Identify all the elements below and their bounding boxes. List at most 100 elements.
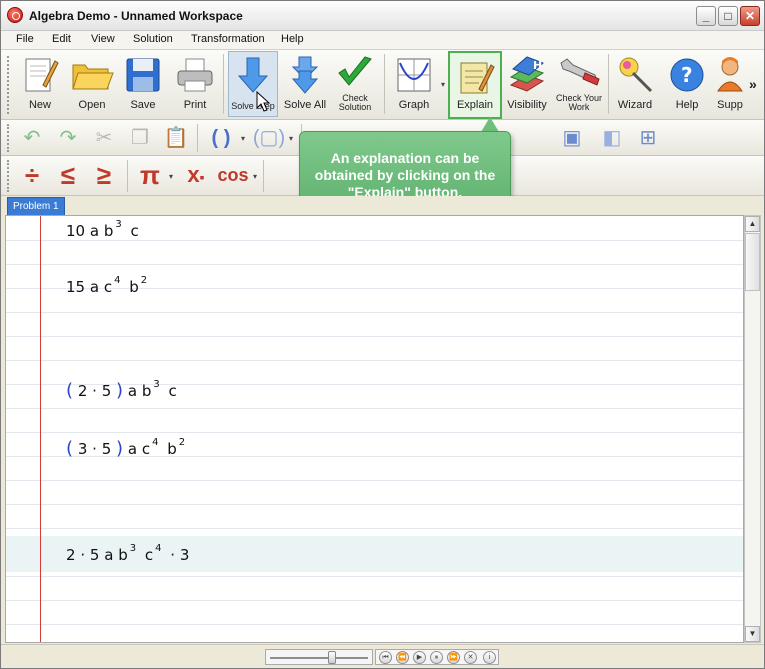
menu-bar: File Edit View Solution Transformation H… [1,31,764,50]
minimize-button[interactable]: _ [696,6,716,26]
title-bar[interactable]: Algebra Demo - Unnamed Workspace _ □ ✕ [1,1,764,31]
check-your-work-button[interactable]: Check Your Work [553,51,605,117]
info-icon[interactable]: i [483,651,496,664]
maximize-button[interactable]: □ [718,6,738,26]
toolbar-grip[interactable] [7,56,11,114]
menu-help[interactable]: Help [281,33,304,45]
parentheses-icon[interactable]: ( ) [201,124,241,152]
new-label: New [28,99,51,111]
scroll-up-icon[interactable]: ▲ [745,216,760,232]
main-toolbar: New Open Save Print Solve Step Solve All… [1,50,764,120]
solve-all-label: Solve All [283,99,327,111]
toolbar-grip[interactable] [7,124,11,152]
redo-icon[interactable]: ↷ [53,124,83,152]
wizard-label: Wizard [617,99,653,111]
fast-forward-icon[interactable]: ⏩ [447,651,460,664]
menu-transformation[interactable]: Transformation [191,33,265,45]
close-paren: ) [116,380,124,401]
speed-slider[interactable] [265,649,373,665]
menu-edit[interactable]: Edit [52,33,71,45]
cut-icon[interactable]: ✂ [89,124,119,152]
tab-problem-1[interactable]: Problem 1 [7,197,65,215]
open-button[interactable]: Open [67,51,117,117]
frame-icon[interactable]: ▣ [557,124,587,152]
explain-notepad-icon [460,62,495,94]
floppy-disk-icon [126,58,160,92]
less-equal-button[interactable]: ≤ [53,158,83,192]
expression-3[interactable]: ( 2 · 5 ) a b3 c [66,379,177,401]
greater-equal-button[interactable]: ≥ [89,158,119,192]
help-question-icon: ? [670,58,704,92]
arrow-down-icon [237,57,269,93]
slider-thumb[interactable] [328,651,336,664]
menu-solution[interactable]: Solution [133,33,173,45]
wrench-icon [560,58,600,86]
graph-button[interactable]: Graph [389,51,439,117]
solve-step-button[interactable]: Solve Step [228,51,278,117]
menu-file[interactable]: File [16,33,34,45]
graph-label: Graph [398,99,430,111]
wizard-button[interactable]: Wizard [611,51,659,117]
new-button[interactable]: New [17,51,63,117]
subscript-button[interactable]: x▪ [181,158,211,192]
rewind-icon[interactable]: ⏪ [396,651,409,664]
margin-line [40,216,41,642]
app-window: Algebra Demo - Unnamed Workspace _ □ ✕ F… [0,0,765,669]
status-bar: ⏮ ⏪ ▶ ⏸ ⏩ ✕ i [1,644,764,668]
help-button[interactable]: ? Help [663,51,711,117]
expression-4[interactable]: ( 3 · 5 ) a c4 b2 [66,437,189,459]
expression-1[interactable]: 10 a b3 c [66,219,139,240]
svg-text:H: H [533,59,542,72]
scroll-thumb[interactable] [745,233,760,291]
problem-tabs: Problem 1 [1,196,764,215]
play-icon[interactable]: ▶ [413,651,426,664]
magic-wand-icon [619,57,653,93]
solve-all-button[interactable]: Solve All [281,51,329,117]
save-button[interactable]: Save [119,51,167,117]
menu-view[interactable]: View [91,33,115,45]
pi-button[interactable]: π [135,158,165,192]
check-solution-label: Check Solution [338,93,372,112]
cos-dropdown-icon[interactable]: ▾ [253,172,257,181]
pause-icon[interactable]: ⏸ [430,651,443,664]
bracket-dropdown-icon[interactable]: ▾ [289,134,293,143]
cos-button[interactable]: cos [215,158,251,192]
pi-dropdown-icon[interactable]: ▾ [169,172,173,181]
visibility-layers-icon: H [509,56,545,92]
fraction-layout-icon[interactable]: ⊞ [633,124,663,152]
open-paren: ( [66,380,74,401]
box-icon[interactable]: ◧ [597,124,627,152]
worksheet[interactable]: 10 a b3 c 15 a c4 b2 ( 2 · 5 ) a b3 c ( … [5,215,744,643]
undo-icon[interactable]: ↶ [17,124,47,152]
subscript-label: x [187,162,200,187]
skip-back-icon[interactable]: ⏮ [379,651,392,664]
expression-5[interactable]: 2 · 5 a b3 c4 · 3 [66,543,189,564]
vertical-scrollbar[interactable]: ▲ ▼ [744,215,761,643]
print-label: Print [183,99,207,111]
copy-icon[interactable]: ❐ [125,124,155,152]
toolbar-grip[interactable] [7,160,11,192]
close-paren: ) [116,438,124,459]
subscript-box-icon: ▪ [199,169,205,185]
tooltip-pointer [481,117,499,132]
print-button[interactable]: Print [171,51,219,117]
divide-button[interactable]: ÷ [17,158,47,192]
explain-button[interactable]: Explain [448,51,502,119]
stop-icon[interactable]: ✕ [464,651,477,664]
app-logo-icon [7,7,23,23]
parentheses-dropdown-icon[interactable]: ▾ [241,134,245,143]
expression-2[interactable]: 15 a c4 b2 [66,275,151,296]
paste-icon[interactable]: 📋 [161,124,191,152]
bracket-box-icon[interactable]: (▢) [249,124,289,152]
open-label: Open [78,99,106,111]
window-title: Algebra Demo - Unnamed Workspace [29,9,243,23]
graph-dropdown-icon[interactable]: ▾ [441,80,445,89]
close-button[interactable]: ✕ [740,6,760,26]
check-solution-button[interactable]: Check Solution [331,51,379,117]
scroll-down-icon[interactable]: ▼ [745,626,760,642]
support-button[interactable]: Supp [713,51,747,117]
visibility-button[interactable]: H Visibility [503,51,551,117]
toolbar-overflow-button[interactable]: » [749,76,757,92]
checkmark-icon [338,56,372,86]
toolbar-separator [263,160,264,192]
